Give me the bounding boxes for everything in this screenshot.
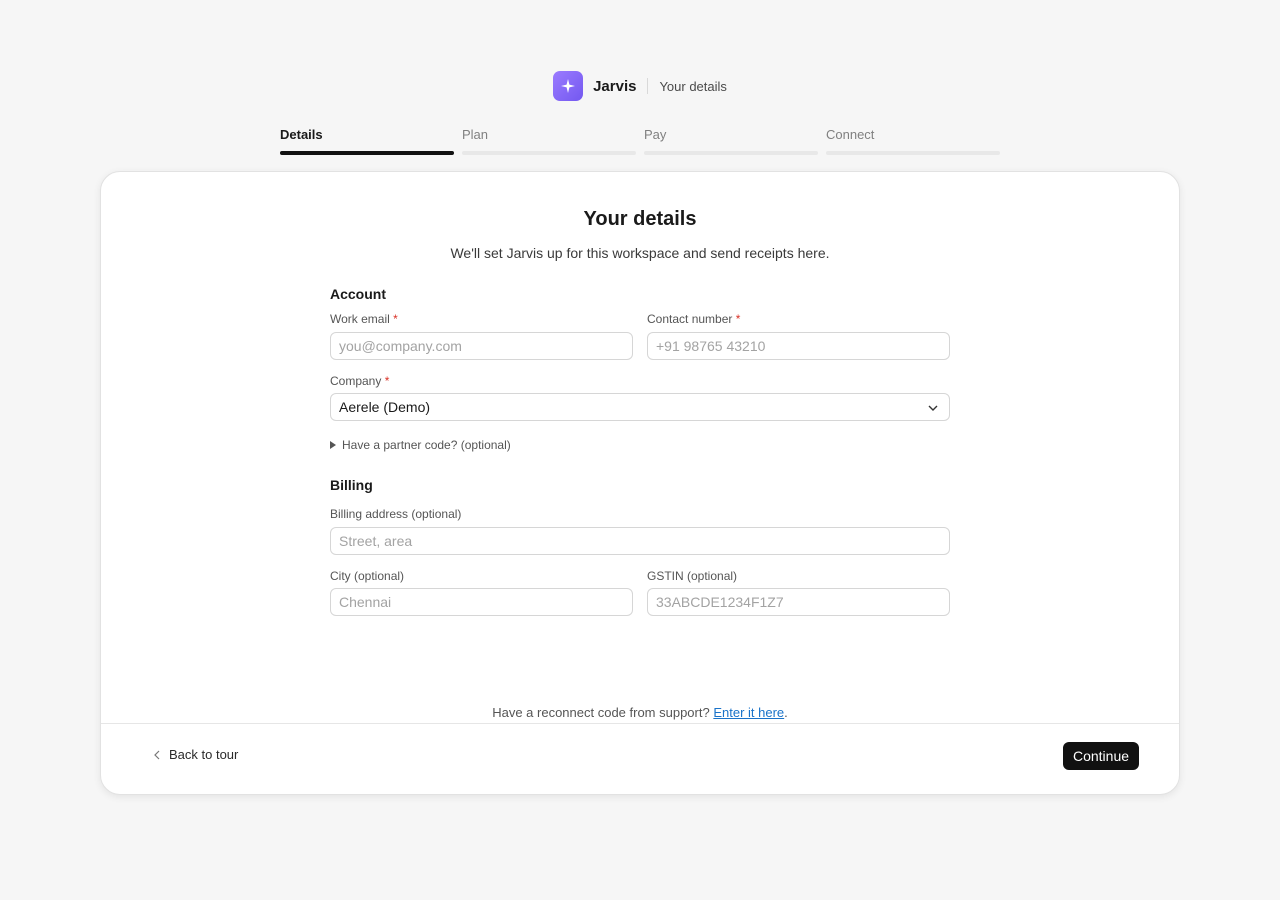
required-mark: *	[735, 312, 741, 326]
gstin-placeholder: 33ABCDE1234F1Z7	[656, 594, 784, 610]
work-email-label: Work email *	[330, 312, 398, 326]
step-details[interactable]: Details	[280, 127, 454, 155]
contact-number-placeholder: +91 98765 43210	[656, 338, 766, 354]
step-progress-bar	[280, 151, 454, 155]
top-header: Jarvis Your details	[0, 71, 1280, 101]
billing-heading: Billing	[330, 477, 373, 493]
details-card: Your details We'll set Jarvis up for thi…	[100, 171, 1180, 795]
back-to-tour-label: Back to tour	[169, 747, 239, 762]
company-selected-value: Aerele (Demo)	[339, 399, 431, 415]
reconnect-period: .	[784, 705, 788, 720]
contact-number-input[interactable]: +91 98765 43210	[647, 332, 950, 360]
city-label: City (optional)	[330, 569, 405, 583]
disclosure-triangle-icon	[330, 441, 336, 449]
gstin-label: GSTIN (optional)	[647, 569, 738, 583]
company-label-text: Company	[330, 374, 382, 388]
billing-address-input[interactable]: Street, area	[330, 527, 950, 555]
header-divider	[647, 78, 649, 94]
work-email-input[interactable]: you@company.com	[330, 332, 633, 360]
step-progress-bar	[462, 151, 636, 155]
gstin-input[interactable]: 33ABCDE1234F1Z7	[647, 588, 950, 616]
city-placeholder: Chennai	[339, 594, 392, 610]
required-mark: *	[384, 374, 390, 388]
stepper: Details Plan Pay Connect	[280, 127, 1000, 155]
continue-button[interactable]: Continue	[1063, 742, 1139, 770]
work-email-label-text: Work email	[330, 312, 390, 326]
sparkle-icon	[561, 79, 576, 93]
contact-number-label-text: Contact number	[647, 312, 733, 326]
reconnect-text: Have a reconnect code from support?	[492, 705, 710, 720]
page-title: Your details	[583, 208, 697, 230]
app-logo	[553, 71, 584, 101]
partner-code-toggle[interactable]: Have a partner code? (optional)	[330, 438, 511, 452]
step-label: Pay	[644, 127, 667, 142]
company-label: Company *	[330, 374, 389, 388]
required-mark: *	[393, 312, 398, 326]
partner-code-label: Have a partner code? (optional)	[342, 438, 511, 452]
step-progress-bar	[644, 151, 818, 155]
footer-divider	[101, 723, 1179, 724]
chevron-left-icon	[154, 750, 160, 759]
enter-reconnect-code-link[interactable]: Enter it here	[713, 705, 784, 720]
back-to-tour-button[interactable]: Back to tour	[153, 747, 238, 762]
step-pay[interactable]: Pay	[644, 127, 818, 155]
step-plan[interactable]: Plan	[462, 127, 636, 155]
work-email-placeholder: you@company.com	[339, 338, 462, 354]
chevron-down-icon	[928, 405, 938, 411]
step-label: Plan	[462, 127, 489, 142]
reconnect-note: Have a reconnect code from support? Ente…	[101, 705, 1179, 720]
page-subtitle: We'll set Jarvis up for this workspace a…	[450, 245, 830, 261]
city-input[interactable]: Chennai	[330, 588, 633, 616]
step-label: Details	[280, 127, 323, 142]
step-label: Connect	[826, 127, 875, 142]
step-connect[interactable]: Connect	[826, 127, 1000, 155]
billing-address-label: Billing address (optional)	[330, 507, 462, 521]
contact-number-label: Contact number *	[647, 312, 740, 326]
company-select[interactable]: Aerele (Demo)	[330, 393, 950, 421]
brand-name: Jarvis	[593, 77, 637, 95]
breadcrumb: Your details	[659, 78, 727, 94]
account-heading: Account	[330, 286, 386, 302]
step-progress-bar	[826, 151, 1000, 155]
billing-address-placeholder: Street, area	[339, 533, 413, 549]
